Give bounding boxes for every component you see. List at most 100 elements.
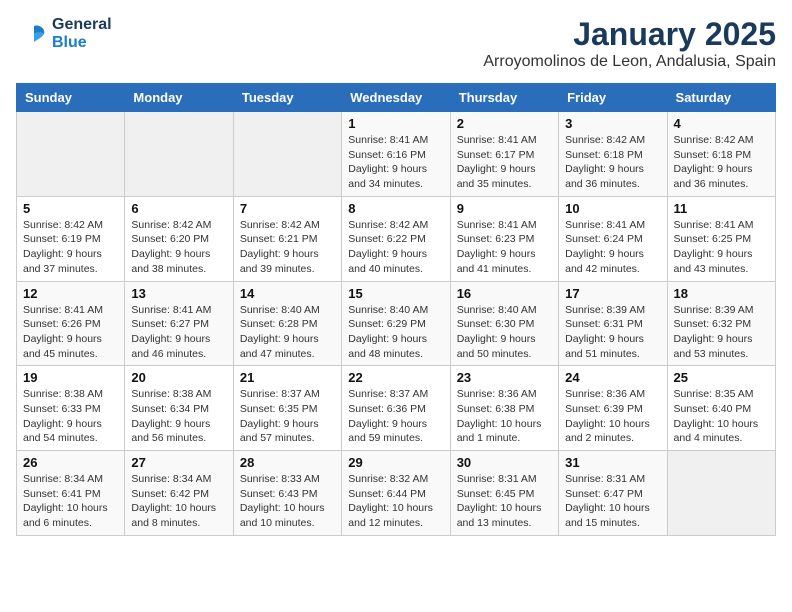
day-info: Sunrise: 8:34 AMSunset: 6:41 PMDaylight:… — [23, 472, 118, 531]
day-info: Sunrise: 8:38 AMSunset: 6:34 PMDaylight:… — [131, 387, 226, 446]
calendar-cell: 9Sunrise: 8:41 AMSunset: 6:23 PMDaylight… — [450, 196, 558, 281]
calendar-cell — [233, 112, 341, 197]
day-info: Sunrise: 8:41 AMSunset: 6:24 PMDaylight:… — [565, 218, 660, 277]
calendar-cell: 15Sunrise: 8:40 AMSunset: 6:29 PMDayligh… — [342, 281, 450, 366]
day-info: Sunrise: 8:41 AMSunset: 6:26 PMDaylight:… — [23, 303, 118, 362]
calendar-cell: 29 Sunrise: 8:32 AMSunset: 6:44 PMDayligh… — [342, 451, 450, 536]
day-info: Sunrise: 8:38 AMSunset: 6:33 PMDaylight:… — [23, 387, 118, 446]
calendar-week-3: 12 Sunrise: 8:41 AMSunset: 6:26 PMDayligh… — [17, 281, 776, 366]
day-number: 29 — [348, 455, 443, 470]
day-info: Sunrise: 8:39 AMSunset: 6:32 PMDaylight:… — [674, 303, 769, 362]
day-number: 18 — [674, 286, 769, 301]
day-info: Sunrise: 8:37 AMSunset: 6:36 PMDaylight:… — [348, 387, 443, 446]
calendar-week-4: 19 Sunrise: 8:38 AMSunset: 6:33 PMDayligh… — [17, 366, 776, 451]
logo: General Blue — [16, 16, 112, 51]
day-number: 24 — [565, 370, 660, 385]
day-number: 21 — [240, 370, 335, 385]
page-subtitle: Arroyomolinos de Leon, Andalusia, Spain — [483, 53, 776, 71]
day-number: 1 — [348, 116, 443, 131]
calendar-cell: 31 Sunrise: 8:31 AMSunset: 6:47 PMDayligh… — [559, 451, 667, 536]
day-number: 31 — [565, 455, 660, 470]
calendar-week-1: 1Sunrise: 8:41 AMSunset: 6:16 PMDaylight… — [17, 112, 776, 197]
day-header-row: SundayMondayTuesdayWednesdayThursdayFrid… — [17, 84, 776, 112]
calendar-cell: 26 Sunrise: 8:34 AMSunset: 6:41 PMDayligh… — [17, 451, 125, 536]
calendar-cell: 17Sunrise: 8:39 AMSunset: 6:31 PMDayligh… — [559, 281, 667, 366]
day-header-monday: Monday — [125, 84, 233, 112]
day-number: 25 — [674, 370, 769, 385]
day-number: 5 — [23, 201, 118, 216]
calendar-cell: 18 Sunrise: 8:39 AMSunset: 6:32 PMDayligh… — [667, 281, 775, 366]
calendar-cell: 11Sunrise: 8:41 AMSunset: 6:25 PMDayligh… — [667, 196, 775, 281]
calendar-cell: 1Sunrise: 8:41 AMSunset: 6:16 PMDaylight… — [342, 112, 450, 197]
day-info: Sunrise: 8:31 AMSunset: 6:45 PMDaylight:… — [457, 472, 552, 531]
calendar-cell — [125, 112, 233, 197]
title-area: January 2025 Arroyomolinos de Leon, Anda… — [483, 16, 776, 71]
calendar-cell: 30 Sunrise: 8:31 AMSunset: 6:45 PMDayligh… — [450, 451, 558, 536]
day-header-tuesday: Tuesday — [233, 84, 341, 112]
day-number: 4 — [674, 116, 769, 131]
day-number: 12 — [23, 286, 118, 301]
calendar-cell: 3Sunrise: 8:42 AMSunset: 6:18 PMDaylight… — [559, 112, 667, 197]
logo-bird-icon — [16, 18, 48, 50]
day-number: 8 — [348, 201, 443, 216]
calendar-cell: 12 Sunrise: 8:41 AMSunset: 6:26 PMDayligh… — [17, 281, 125, 366]
day-header-friday: Friday — [559, 84, 667, 112]
header: General Blue January 2025 Arroyomolinos … — [16, 16, 776, 71]
logo-graphic: General Blue — [16, 16, 112, 51]
logo-text-blue: Blue — [52, 34, 112, 52]
day-info: Sunrise: 8:37 AMSunset: 6:35 PMDaylight:… — [240, 387, 335, 446]
calendar-cell: 8Sunrise: 8:42 AMSunset: 6:22 PMDaylight… — [342, 196, 450, 281]
calendar-cell: 22Sunrise: 8:37 AMSunset: 6:36 PMDayligh… — [342, 366, 450, 451]
calendar-cell — [667, 451, 775, 536]
day-number: 30 — [457, 455, 552, 470]
day-info: Sunrise: 8:41 AMSunset: 6:17 PMDaylight:… — [457, 133, 552, 192]
calendar-cell: 4 Sunrise: 8:42 AMSunset: 6:18 PMDaylight… — [667, 112, 775, 197]
day-info: Sunrise: 8:39 AMSunset: 6:31 PMDaylight:… — [565, 303, 660, 362]
day-number: 2 — [457, 116, 552, 131]
day-header-sunday: Sunday — [17, 84, 125, 112]
calendar-week-2: 5 Sunrise: 8:42 AMSunset: 6:19 PMDaylight… — [17, 196, 776, 281]
day-info: Sunrise: 8:41 AMSunset: 6:27 PMDaylight:… — [131, 303, 226, 362]
day-info: Sunrise: 8:36 AMSunset: 6:39 PMDaylight:… — [565, 387, 660, 446]
day-info: Sunrise: 8:31 AMSunset: 6:47 PMDaylight:… — [565, 472, 660, 531]
day-number: 10 — [565, 201, 660, 216]
day-number: 27 — [131, 455, 226, 470]
calendar-cell: 2 Sunrise: 8:41 AMSunset: 6:17 PMDaylight… — [450, 112, 558, 197]
day-number: 15 — [348, 286, 443, 301]
day-number: 13 — [131, 286, 226, 301]
calendar-cell: 25 Sunrise: 8:35 AMSunset: 6:40 PMDayligh… — [667, 366, 775, 451]
calendar-cell: 5 Sunrise: 8:42 AMSunset: 6:19 PMDaylight… — [17, 196, 125, 281]
day-info: Sunrise: 8:42 AMSunset: 6:18 PMDaylight:… — [565, 133, 660, 192]
day-number: 19 — [23, 370, 118, 385]
day-number: 28 — [240, 455, 335, 470]
day-number: 14 — [240, 286, 335, 301]
calendar-cell: 19 Sunrise: 8:38 AMSunset: 6:33 PMDayligh… — [17, 366, 125, 451]
calendar-cell: 28Sunrise: 8:33 AMSunset: 6:43 PMDayligh… — [233, 451, 341, 536]
day-header-wednesday: Wednesday — [342, 84, 450, 112]
page-title: January 2025 — [483, 16, 776, 53]
calendar-cell: 21 Sunrise: 8:37 AMSunset: 6:35 PMDayligh… — [233, 366, 341, 451]
calendar-cell: 6Sunrise: 8:42 AMSunset: 6:20 PMDaylight… — [125, 196, 233, 281]
calendar-cell: 14 Sunrise: 8:40 AMSunset: 6:28 PMDayligh… — [233, 281, 341, 366]
day-info: Sunrise: 8:35 AMSunset: 6:40 PMDaylight:… — [674, 387, 769, 446]
calendar-cell: 10 Sunrise: 8:41 AMSunset: 6:24 PMDayligh… — [559, 196, 667, 281]
day-info: Sunrise: 8:40 AMSunset: 6:28 PMDaylight:… — [240, 303, 335, 362]
day-header-saturday: Saturday — [667, 84, 775, 112]
day-info: Sunrise: 8:32 AMSunset: 6:44 PMDaylight:… — [348, 472, 443, 531]
day-info: Sunrise: 8:42 AMSunset: 6:20 PMDaylight:… — [131, 218, 226, 277]
day-info: Sunrise: 8:34 AMSunset: 6:42 PMDaylight:… — [131, 472, 226, 531]
calendar-cell: 20Sunrise: 8:38 AMSunset: 6:34 PMDayligh… — [125, 366, 233, 451]
day-number: 26 — [23, 455, 118, 470]
day-number: 11 — [674, 201, 769, 216]
day-info: Sunrise: 8:42 AMSunset: 6:19 PMDaylight:… — [23, 218, 118, 277]
calendar-cell: 7Sunrise: 8:42 AMSunset: 6:21 PMDaylight… — [233, 196, 341, 281]
day-info: Sunrise: 8:42 AMSunset: 6:18 PMDaylight:… — [674, 133, 769, 192]
logo-text-general: General — [52, 16, 112, 34]
day-number: 9 — [457, 201, 552, 216]
day-info: Sunrise: 8:40 AMSunset: 6:30 PMDaylight:… — [457, 303, 552, 362]
calendar-cell — [17, 112, 125, 197]
calendar-cell: 24 Sunrise: 8:36 AMSunset: 6:39 PMDayligh… — [559, 366, 667, 451]
calendar-table: SundayMondayTuesdayWednesdayThursdayFrid… — [16, 83, 776, 536]
day-header-thursday: Thursday — [450, 84, 558, 112]
day-number: 16 — [457, 286, 552, 301]
